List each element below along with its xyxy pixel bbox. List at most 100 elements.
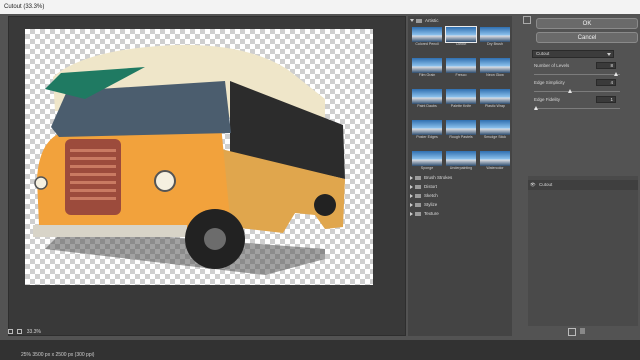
filter-thumbnail[interactable]: Fresco (446, 58, 476, 78)
thumbnail-image (446, 120, 476, 135)
param-label: Edge Simplicity (534, 80, 565, 85)
filter-thumbnail[interactable]: Rough Pastels (446, 120, 476, 140)
filter-thumbnail[interactable]: Smudge Stick (480, 120, 510, 140)
param-slider-handle[interactable] (534, 106, 538, 110)
delete-effect-layer-icon[interactable] (580, 328, 585, 334)
thumbnail-label: Palette Knife (450, 104, 472, 108)
thumbnail-label: Watercolor (486, 166, 504, 170)
thumbnail-label: Plastic Wrap (484, 104, 506, 108)
param-label: Edge Fidelity (534, 97, 561, 102)
thumbnail-label: Film Grain (418, 73, 436, 77)
zoom-level[interactable]: 33.3% (27, 329, 41, 335)
thumbnail-image (480, 151, 510, 166)
thumbnail-image (445, 26, 477, 43)
thumbnail-image (412, 58, 442, 73)
filter-gallery-panel: Artistic Colored Pencil Cutout Dry Brush Fi… (408, 16, 512, 336)
preview-canvas[interactable] (25, 29, 373, 285)
filter-thumbnail[interactable]: Underpainting (446, 151, 476, 171)
status-bar: 25% 3500 px x 2500 px (300 ppi) (0, 340, 640, 360)
param-label: Number of Levels (534, 63, 570, 68)
new-effect-layer-icon[interactable] (568, 328, 576, 336)
filter-thumbnail[interactable]: Paint Daubs (412, 89, 442, 109)
folder-distort[interactable]: Distort (410, 183, 437, 191)
param-value-input[interactable]: 4 (596, 79, 616, 86)
collapse-gallery-button[interactable] (523, 16, 531, 24)
filter-select[interactable]: Cutout (532, 50, 614, 58)
rear-wheel (314, 194, 336, 216)
filter-thumbnail[interactable]: Colored Pencil (412, 27, 442, 47)
collapsed-icon (410, 211, 413, 216)
thumbnail-label: Rough Pastels (449, 135, 473, 139)
param-slider-handle[interactable] (567, 89, 572, 93)
bus-headlight-left (34, 176, 48, 190)
filter-thumbnail[interactable]: Neon Glow (480, 58, 510, 78)
folder-artistic[interactable]: Artistic (410, 17, 439, 25)
chevron-down-icon (607, 53, 611, 56)
collapsed-icon (410, 202, 413, 207)
folder-icon (415, 193, 421, 198)
thumbnail-label: Underpainting (449, 166, 473, 170)
filter-thumbnail[interactable]: Sponge (412, 151, 442, 171)
thumbnail-image (412, 89, 442, 104)
filter-thumbnail[interactable]: Poster Edges (412, 120, 442, 140)
param-value-input[interactable]: 1 (596, 96, 616, 103)
param-value-input[interactable]: 8 (596, 62, 616, 69)
folder-icon (415, 184, 421, 189)
effect-layers-panel (528, 176, 638, 326)
thumbnail-label: Dry Brush (487, 42, 503, 46)
document-info: 25% 3500 px x 2500 px (300 ppi) (21, 352, 95, 358)
collapsed-icon (410, 184, 413, 189)
thumbnail-image (446, 89, 476, 104)
thumbnail-image (412, 151, 442, 166)
folder-icon (415, 202, 421, 207)
thumbnail-image (480, 58, 510, 73)
visibility-eye-icon[interactable]: 👁 (530, 182, 536, 187)
folder-brush-strokes[interactable]: Brush Strokes (410, 174, 452, 182)
bus-image (33, 44, 345, 275)
param-slider-handle[interactable] (613, 72, 618, 76)
effect-layer-item[interactable]: 👁 Cutout (528, 180, 638, 190)
thumbnail-label: Poster Edges (416, 135, 438, 139)
filter-thumbnail[interactable]: Watercolor (480, 151, 510, 171)
thumbnail-image (480, 89, 510, 104)
thumbnail-label: Paint Daubs (417, 104, 437, 108)
filter-thumbnail[interactable]: Palette Knife (446, 89, 476, 109)
zoom-controls: 33.3% (8, 328, 41, 336)
thumbnail-image (480, 27, 510, 42)
thumbnail-label: Cutout (455, 42, 467, 46)
bus-headlight (154, 170, 176, 192)
param-slider-track[interactable] (534, 91, 620, 92)
param-slider-track[interactable] (534, 74, 620, 75)
thumbnail-label: Colored Pencil (415, 42, 439, 46)
bus-bumper (33, 225, 187, 237)
collapsed-icon (410, 193, 413, 198)
folder-icon (415, 211, 421, 216)
thumbnail-image (412, 120, 442, 135)
thumbnail-image (446, 151, 476, 166)
thumbnail-image (480, 120, 510, 135)
filter-thumbnail[interactable]: Film Grain (412, 58, 442, 78)
thumbnail-label: Neon Glow (486, 73, 504, 77)
folder-stylize[interactable]: Stylize (410, 201, 437, 209)
cancel-button[interactable]: Cancel (536, 32, 638, 43)
thumbnail-label: Sponge (420, 166, 434, 170)
zoom-out-button[interactable] (8, 329, 13, 335)
folder-icon (416, 18, 422, 23)
thumbnail-image (412, 27, 442, 42)
folder-sketch[interactable]: Sketch (410, 192, 438, 200)
window-title: Cutout (33.3%) (4, 4, 45, 10)
thumbnail-label: Smudge Stick (483, 135, 507, 139)
param-slider-track[interactable] (534, 108, 620, 109)
thumbnail-image (446, 58, 476, 73)
filter-thumbnail[interactable]: Cutout (445, 26, 477, 47)
filter-thumbnail[interactable]: Dry Brush (480, 27, 510, 47)
folder-icon (415, 175, 421, 180)
zoom-in-button[interactable] (17, 329, 23, 335)
expanded-icon (410, 19, 414, 23)
collapsed-icon (410, 175, 413, 180)
title-bar: Cutout (33.3%) (0, 0, 640, 14)
ok-button[interactable]: OK (536, 18, 638, 29)
folder-texture[interactable]: Texture (410, 210, 439, 218)
thumbnail-label: Fresco (455, 73, 467, 77)
filter-thumbnail[interactable]: Plastic Wrap (480, 89, 510, 109)
